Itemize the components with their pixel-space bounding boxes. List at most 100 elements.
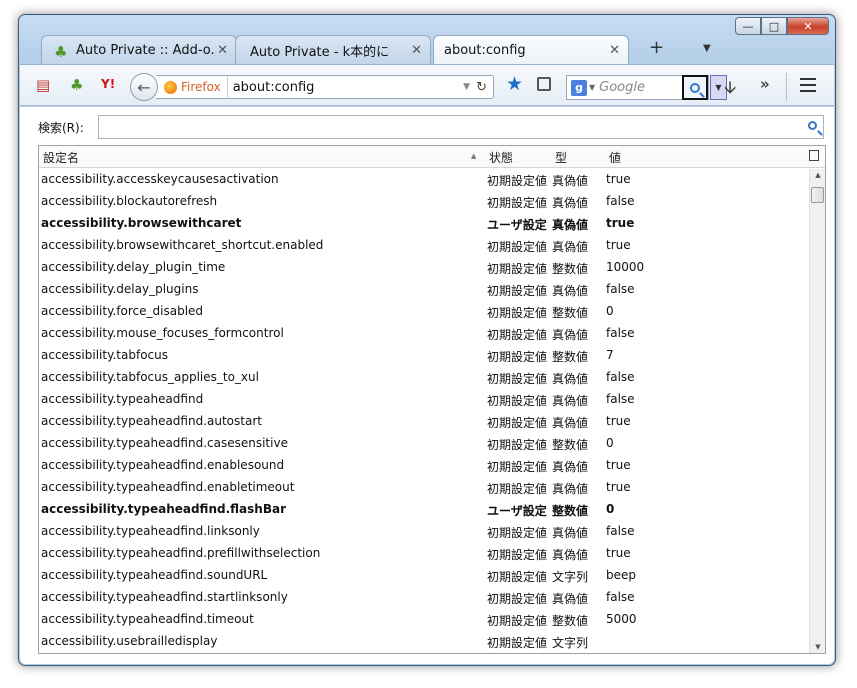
pref-name: accessibility.blockautorefresh (41, 194, 218, 208)
column-header-value[interactable]: 値 (609, 149, 621, 166)
table-row[interactable]: accessibility.typeaheadfind.casesensitiv… (39, 432, 825, 454)
tab-about-config[interactable]: about:config ✕ (433, 35, 629, 64)
pref-type: 真偽値 (552, 174, 589, 188)
site-identity[interactable]: Firefox (156, 76, 228, 98)
column-header-name[interactable]: 設定名 (43, 149, 79, 166)
tab-addon[interactable]: ♣ Auto Private :: Add-o... ✕ (41, 35, 237, 64)
url-bar[interactable]: Firefox about:config ▼ ↻ (156, 75, 494, 99)
pref-status: 初期設定値 (487, 240, 548, 254)
pref-type: 真偽値 (552, 416, 589, 430)
pref-type: 真偽値 (552, 482, 589, 496)
pref-status: 初期設定値 (487, 196, 548, 210)
table-row[interactable]: accessibility.typeaheadfind.prefillwiths… (39, 542, 825, 564)
pref-status: 初期設定値 (487, 570, 548, 584)
table-row[interactable]: accessibility.typeaheadfind.startlinkson… (39, 586, 825, 608)
tab-close-icon[interactable]: ✕ (217, 43, 228, 58)
table-row[interactable]: accessibility.typeaheadfind.flashBar ユーザ設… (39, 498, 825, 520)
pref-status: 初期設定値 (487, 306, 548, 320)
scrollbar-thumb[interactable] (811, 187, 824, 203)
downloads-arrow-icon[interactable]: 🡫 (724, 75, 736, 104)
pref-name: accessibility.delay_plugin_time (41, 260, 226, 274)
navigation-toolbar: ▤ ♣ Y! Firefox about:config ▼ ↻ ← ★ g ▼ … (20, 64, 834, 106)
tab-close-icon[interactable]: ✕ (411, 43, 422, 58)
pref-name: accessibility.typeaheadfind.casesensitiv… (41, 436, 288, 450)
bookmarks-menu-icon[interactable]: ▤ (36, 76, 50, 94)
pref-status: 初期設定値 (487, 394, 548, 408)
bookmarks-list-icon[interactable] (537, 77, 551, 91)
hamburger-menu-icon[interactable] (800, 78, 816, 96)
minimize-button[interactable]: — (735, 17, 761, 35)
scroll-down-arrow-icon[interactable]: ▼ (810, 643, 825, 651)
table-row[interactable]: accessibility.typeaheadfind.soundURL 初期設定… (39, 564, 825, 586)
table-row[interactable]: accessibility.delay_plugins 初期設定値 真偽値 false (39, 278, 825, 300)
table-row[interactable]: accessibility.accesskeycausesactivation 初… (39, 168, 825, 190)
tab-list-dropdown-icon[interactable]: ▼ (703, 43, 711, 54)
pref-value: true (606, 546, 631, 560)
column-picker-icon[interactable] (809, 150, 819, 161)
table-row[interactable]: accessibility.usebrailledisplay 初期設定値 文字列 (39, 630, 825, 652)
pref-name: accessibility.delay_plugins (41, 282, 199, 296)
pref-name: accessibility.typeaheadfind.flashBar (41, 502, 286, 516)
table-row[interactable]: accessibility.force_disabled 初期設定値 整数値 0 (39, 300, 825, 322)
close-window-button[interactable]: ✕ (787, 17, 829, 35)
tab-close-icon[interactable]: ✕ (609, 43, 620, 58)
filter-input[interactable] (98, 115, 824, 139)
reload-icon[interactable]: ↻ (476, 80, 487, 95)
column-header-type[interactable]: 型 (555, 149, 567, 166)
table-row[interactable]: accessibility.blockautorefresh 初期設定値 真偽値 fa… (39, 190, 825, 212)
pref-type: 文字列 (552, 570, 589, 584)
pref-value: 7 (606, 348, 614, 362)
google-engine-icon[interactable]: g (571, 79, 587, 96)
search-bar[interactable]: g ▼ Google (566, 75, 709, 100)
pref-status: 初期設定値 (487, 636, 548, 650)
pref-status: 初期設定値 (487, 284, 548, 298)
table-row[interactable]: accessibility.delay_plugin_time 初期設定値 整数値 1… (39, 256, 825, 278)
pref-value: true (606, 458, 631, 472)
tab-auto-private[interactable]: Auto Private - k本的に無... ✕ (235, 35, 431, 64)
pref-name: accessibility.force_disabled (41, 304, 204, 318)
table-row[interactable]: accessibility.typeaheadfind.autostart 初期設… (39, 410, 825, 432)
table-row[interactable]: accessibility.browsewithcaret_shortcut.e… (39, 234, 825, 256)
bookmark-star-icon[interactable]: ★ (506, 73, 523, 95)
url-text[interactable]: about:config (228, 80, 463, 95)
pref-name: accessibility.usebrailledisplay (41, 634, 218, 648)
table-row[interactable]: accessibility.typeaheadfind 初期設定値 真偽値 false (39, 388, 825, 410)
pref-value: false (606, 194, 635, 208)
table-row[interactable]: accessibility.browsewithcaret ユーザ設定 真偽値 tru… (39, 212, 825, 234)
back-button[interactable]: ← (130, 73, 158, 101)
engine-dropdown-icon[interactable]: ▼ (589, 83, 595, 92)
search-icon (808, 121, 817, 130)
table-row[interactable]: accessibility.mouse_focuses_formcontrol 初… (39, 322, 825, 344)
pref-status: 初期設定値 (487, 482, 548, 496)
maximize-button[interactable]: □ (761, 17, 787, 35)
yahoo-icon[interactable]: Y! (101, 77, 115, 91)
url-history-dropdown-icon[interactable]: ▼ (463, 82, 470, 92)
pref-status: 初期設定値 (487, 174, 548, 188)
vertical-scrollbar[interactable]: ▲ ▼ (809, 169, 825, 653)
table-row[interactable]: accessibility.typeaheadfind.enablesound 初… (39, 454, 825, 476)
pref-type: 真偽値 (552, 284, 589, 298)
addon-puzzle-icon[interactable]: ♣ (70, 76, 83, 94)
pref-value: false (606, 370, 635, 384)
overflow-chevron-icon[interactable]: » (760, 75, 770, 93)
table-row[interactable]: accessibility.tabfocus_applies_to_xul 初期設… (39, 366, 825, 388)
new-tab-plus-icon[interactable]: + (649, 37, 664, 58)
column-header-status[interactable]: 状態 (489, 149, 513, 166)
scroll-up-arrow-icon[interactable]: ▲ (810, 171, 825, 179)
search-placeholder[interactable]: Google (599, 80, 682, 95)
table-header: 設定名 ▲ 状態 型 値 (39, 146, 825, 168)
pref-name: accessibility.typeaheadfind.timeout (41, 612, 254, 626)
pref-type: 真偽値 (552, 196, 589, 210)
pref-value: false (606, 524, 635, 538)
pref-status: 初期設定値 (487, 416, 548, 430)
preferences-table: 設定名 ▲ 状態 型 値 accessibility.accesskeycaus… (38, 145, 826, 654)
table-row[interactable]: accessibility.tabfocus 初期設定値 整数値 7 (39, 344, 825, 366)
table-row[interactable]: accessibility.typeaheadfind.timeout 初期設定値… (39, 608, 825, 630)
pref-value: true (606, 216, 635, 230)
pref-status: 初期設定値 (487, 548, 548, 562)
pref-name: accessibility.typeaheadfind.startlinkson… (41, 590, 288, 604)
search-go-button[interactable] (682, 75, 708, 100)
table-row[interactable]: accessibility.typeaheadfind.linksonly 初期設… (39, 520, 825, 542)
table-row[interactable]: accessibility.typeaheadfind.enabletimeou… (39, 476, 825, 498)
pref-value: 0 (606, 304, 614, 318)
